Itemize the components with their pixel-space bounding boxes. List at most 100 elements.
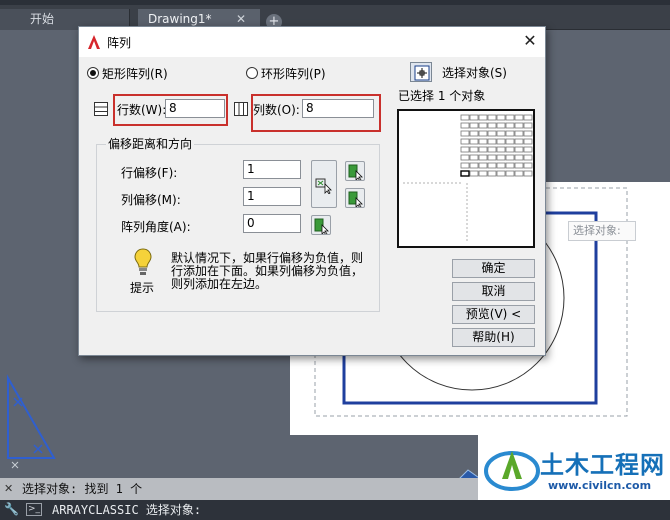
command-history: 选择对象: 找到 1 个 — [0, 478, 480, 500]
highlight-rows — [113, 94, 228, 126]
preview-array-cell — [469, 146, 479, 153]
row-offset-label: 行偏移(F): — [121, 166, 178, 180]
array-preview — [397, 109, 535, 248]
preview-array-cell — [505, 154, 515, 161]
preview-button[interactable]: 预览(V) < — [452, 305, 535, 324]
polar-array-radio[interactable] — [246, 67, 258, 79]
row-offset-input[interactable]: 1 — [243, 160, 301, 179]
preview-array-cell — [487, 122, 497, 129]
selected-count-text: 已选择 1 个对象 — [398, 89, 486, 103]
preview-array-cell — [505, 114, 515, 121]
columns-icon — [234, 102, 248, 116]
pick-both-offsets-button[interactable] — [311, 160, 337, 208]
array-preview-graphic — [403, 114, 533, 243]
preview-array-cell — [469, 114, 479, 121]
angle-input[interactable]: 0 — [243, 214, 301, 233]
preview-array-cell — [523, 146, 533, 153]
tip-label: 提示 — [130, 281, 155, 295]
col-offset-label: 列偏移(M): — [121, 193, 181, 207]
pick-point-icon — [314, 218, 329, 234]
preview-array-cell — [514, 170, 524, 177]
preview-array-cell — [496, 130, 506, 137]
ok-button[interactable]: 确定 — [452, 259, 535, 278]
col-offset-input[interactable]: 1 — [243, 187, 301, 206]
dialog-title: 阵列 — [107, 36, 132, 50]
preview-array-cell — [487, 130, 497, 137]
preview-array-cell — [478, 122, 488, 129]
close-icon[interactable]: ✕ — [4, 482, 14, 496]
autocad-logo-icon — [88, 35, 100, 49]
preview-array-cell — [469, 170, 479, 177]
rect-array-label[interactable]: 矩形阵列(R) — [102, 65, 168, 82]
select-objects-label[interactable]: 选择对象(S) — [442, 64, 507, 81]
array-dialog: 阵列 ✕ 矩形阵列(R) 环形阵列(P) 行数(W): 8 列数(O): 8 偏… — [78, 26, 546, 356]
triangle-shape[interactable] — [6, 374, 56, 459]
preview-array-cell — [460, 138, 470, 145]
preview-array-cell — [505, 138, 515, 145]
preview-array-cell — [460, 170, 470, 177]
offset-group-title: 偏移距离和方向 — [106, 135, 195, 152]
preview-array-cell — [469, 154, 479, 161]
preview-array-cell — [469, 130, 479, 137]
preview-array-cell — [478, 170, 488, 177]
preview-array-cell — [514, 130, 524, 137]
preview-array-cell — [478, 162, 488, 169]
select-objects-button[interactable] — [410, 62, 432, 82]
preview-array-cell — [505, 122, 515, 129]
preview-array-cell — [523, 122, 533, 129]
preview-array-cell — [469, 122, 479, 129]
preview-array-cell — [523, 154, 533, 161]
watermark: 土木工程网 www.civilcn.com — [478, 435, 670, 500]
preview-array-cell — [460, 162, 470, 169]
preview-array-cell — [496, 114, 506, 121]
canvas-tooltip: 选择对象: — [568, 221, 636, 241]
tip-text-line-3: 则列添加在左边。 — [171, 277, 268, 291]
preview-array-cell — [523, 130, 533, 137]
preview-array-cell — [460, 146, 470, 153]
preview-array-cell — [496, 122, 506, 129]
ucs-mark — [11, 461, 19, 469]
preview-array-cell — [514, 114, 524, 121]
wrench-icon[interactable]: 🔧 — [4, 502, 19, 516]
command-input[interactable]: ARRAYCLASSIC 选择对象: — [0, 500, 670, 520]
preview-array-cell — [496, 138, 506, 145]
pick-point-icon — [348, 164, 363, 180]
preview-array-cell — [496, 162, 506, 169]
preview-array-cell — [523, 138, 533, 145]
preview-array-cell — [514, 138, 524, 145]
select-objects-icon — [414, 65, 430, 81]
cancel-button[interactable]: 取消 — [452, 282, 535, 301]
highlight-columns — [251, 94, 381, 132]
preview-array-cell — [487, 170, 497, 177]
help-button[interactable]: 帮助(H) — [452, 328, 535, 347]
preview-array-cell — [523, 170, 533, 177]
preview-array-cell — [478, 114, 488, 121]
polar-array-label[interactable]: 环形阵列(P) — [261, 65, 326, 82]
preview-array-cell — [514, 122, 524, 129]
dialog-close-button[interactable]: ✕ — [519, 31, 541, 53]
preview-array-cell — [469, 138, 479, 145]
preview-array-cell — [514, 146, 524, 153]
dialog-titlebar[interactable]: 阵列 ✕ — [79, 27, 545, 57]
pick-col-offset-button[interactable] — [345, 188, 365, 208]
preview-array-cell — [478, 130, 488, 137]
lightbulb-icon — [134, 248, 152, 275]
pick-angle-button[interactable] — [311, 215, 331, 235]
preview-array-cell — [478, 146, 488, 153]
preview-array-cell — [460, 154, 470, 161]
watermark-url: www.civilcn.com — [548, 479, 652, 492]
preview-array-cell — [505, 170, 515, 177]
pick-row-offset-button[interactable] — [345, 161, 365, 181]
preview-array-cell — [487, 114, 497, 121]
rows-icon — [94, 102, 108, 116]
pick-point-icon — [348, 191, 363, 207]
command-prompt-icon[interactable]: >_ — [26, 503, 42, 516]
preview-array-cell — [505, 130, 515, 137]
rect-array-radio[interactable] — [87, 67, 99, 79]
watermark-title: 土木工程网 — [540, 451, 665, 479]
pick-both-offsets-icon — [315, 178, 332, 194]
preview-array-cell — [496, 154, 506, 161]
preview-array-cell — [505, 146, 515, 153]
preview-array-cell — [487, 162, 497, 169]
preview-array-cell — [505, 162, 515, 169]
